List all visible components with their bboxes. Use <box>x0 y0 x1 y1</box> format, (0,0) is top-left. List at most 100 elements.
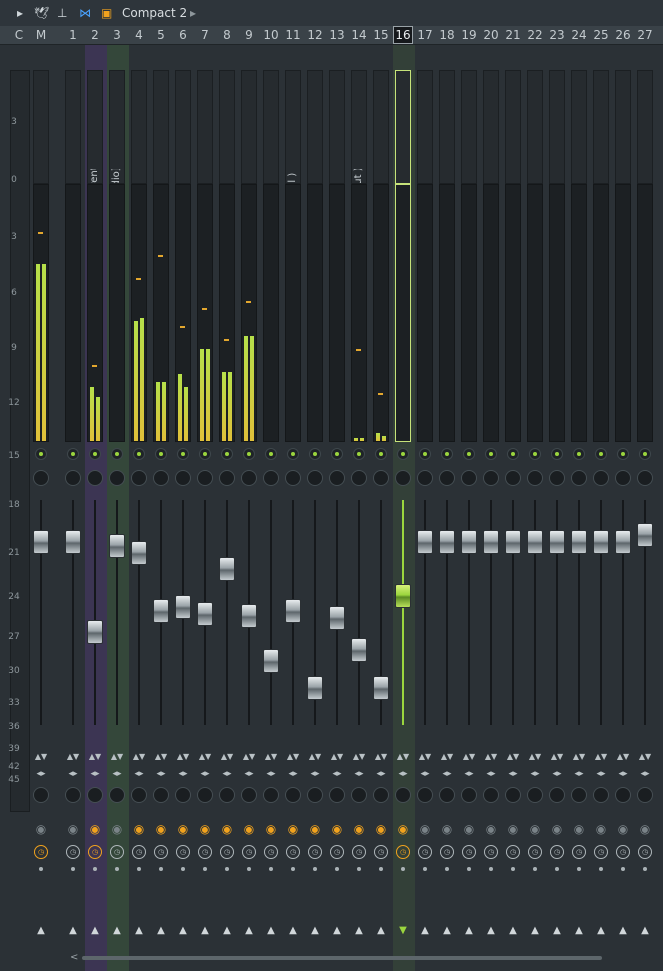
stereo-swap-icon[interactable]: ▲▼ <box>176 752 190 761</box>
mute-led-12[interactable] <box>309 448 321 460</box>
send-dot[interactable] <box>115 867 119 871</box>
pan-knob-20[interactable] <box>483 787 499 803</box>
send-dot[interactable] <box>291 867 295 871</box>
mute-led-10[interactable] <box>265 448 277 460</box>
forward-arrow-icon[interactable]: ▸ <box>190 6 196 20</box>
stereo-swap-icon[interactable]: ▲▼ <box>462 752 476 761</box>
fx-knob-12[interactable] <box>307 470 323 486</box>
mute-led-14[interactable] <box>353 448 365 460</box>
track-number-4[interactable]: 4 <box>129 26 149 44</box>
latency-clock-icon[interactable]: ◷ <box>308 845 322 859</box>
send-dot[interactable] <box>511 867 515 871</box>
volume-fader-19[interactable] <box>461 529 477 554</box>
record-arm-icon[interactable]: ◉ <box>528 822 542 836</box>
latency-clock-icon[interactable]: ◷ <box>34 845 48 859</box>
pan-knob-10[interactable] <box>263 787 279 803</box>
volume-fader-M[interactable] <box>33 529 49 554</box>
track-number-18[interactable]: 18 <box>437 26 457 44</box>
track-name-box-8[interactable]: Clap (13) <box>219 70 235 184</box>
send-dot[interactable] <box>313 867 317 871</box>
pan-knob-4[interactable] <box>131 787 147 803</box>
volume-fader-24[interactable] <box>571 529 587 554</box>
latency-clock-icon[interactable]: ◷ <box>286 845 300 859</box>
record-arm-icon[interactable]: ◉ <box>352 822 366 836</box>
record-arm-icon[interactable]: ◉ <box>110 822 124 836</box>
volume-fader-12[interactable] <box>307 675 323 700</box>
mute-led-7[interactable] <box>199 448 211 460</box>
stereo-separation-icon[interactable]: ◂▸ <box>638 769 652 779</box>
mute-led-2[interactable] <box>89 448 101 460</box>
track-name-box-3[interactable]: Future & L..ical Audio] <box>109 70 125 184</box>
track-number-7[interactable]: 7 <box>195 26 215 44</box>
track-name-box-21[interactable]: Insert 21 <box>505 70 521 184</box>
fx-knob-13[interactable] <box>329 470 345 486</box>
latency-clock-icon[interactable]: ◷ <box>374 845 388 859</box>
send-arrow-icon[interactable]: ▲ <box>352 926 366 936</box>
stereo-swap-icon[interactable]: ▲▼ <box>264 752 278 761</box>
mute-led-21[interactable] <box>507 448 519 460</box>
track-number-19[interactable]: 19 <box>459 26 479 44</box>
record-arm-icon[interactable]: ◉ <box>198 822 212 836</box>
track-name-box-M[interactable]: Master <box>33 70 49 184</box>
fx-knob-2[interactable] <box>87 470 103 486</box>
pan-knob-16[interactable] <box>395 787 411 803</box>
mute-led-25[interactable] <box>595 448 607 460</box>
volume-fader-20[interactable] <box>483 529 499 554</box>
mute-led-3[interactable] <box>111 448 123 460</box>
pan-knob-13[interactable] <box>329 787 345 803</box>
stereo-swap-icon[interactable]: ▲▼ <box>528 752 542 761</box>
track-number-20[interactable]: 20 <box>481 26 501 44</box>
send-dot[interactable] <box>225 867 229 871</box>
latency-clock-icon[interactable]: ◷ <box>528 845 542 859</box>
pan-knob-18[interactable] <box>439 787 455 803</box>
stereo-separation-icon[interactable]: ◂▸ <box>616 769 630 779</box>
track-name-box-11[interactable]: [TECK] Snare ( Abel ) <box>285 70 301 184</box>
fx-knob-9[interactable] <box>241 470 257 486</box>
track-name-box-1[interactable]: Insert 1 <box>65 70 81 184</box>
pan-knob-5[interactable] <box>153 787 169 803</box>
latency-clock-icon[interactable]: ◷ <box>396 845 410 859</box>
stereo-separation-icon[interactable]: ◂▸ <box>440 769 454 779</box>
fx-knob-6[interactable] <box>175 470 191 486</box>
latency-clock-icon[interactable]: ◷ <box>418 845 432 859</box>
mixer-title[interactable]: Compact 2 <box>122 6 187 20</box>
fx-knob-8[interactable] <box>219 470 235 486</box>
fx-knob-16[interactable] <box>395 470 411 486</box>
send-arrow-icon[interactable]: ▲ <box>154 926 168 936</box>
record-arm-icon[interactable]: ◉ <box>66 822 80 836</box>
latency-clock-icon[interactable]: ◷ <box>594 845 608 859</box>
track-number-14[interactable]: 14 <box>349 26 369 44</box>
stereo-separation-icon[interactable]: ◂▸ <box>154 769 168 779</box>
volume-fader-17[interactable] <box>417 529 433 554</box>
stereo-swap-icon[interactable]: ▲▼ <box>308 752 322 761</box>
stereo-separation-icon[interactable]: ◂▸ <box>572 769 586 779</box>
mute-led-16[interactable] <box>397 448 409 460</box>
track-name-box-18[interactable]: Insert 18 <box>439 70 455 184</box>
track-number-10[interactable]: 10 <box>261 26 281 44</box>
fx-knob-4[interactable] <box>131 470 147 486</box>
send-arrow-icon[interactable]: ▲ <box>528 926 542 936</box>
fx-knob-14[interactable] <box>351 470 367 486</box>
send-arrow-icon[interactable]: ▲ <box>572 926 586 936</box>
volume-fader-22[interactable] <box>527 529 543 554</box>
fx-knob-24[interactable] <box>571 470 587 486</box>
stereo-separation-icon[interactable]: ◂▸ <box>66 769 80 779</box>
stereo-swap-icon[interactable]: ▲▼ <box>154 752 168 761</box>
record-arm-icon[interactable]: ◉ <box>440 822 454 836</box>
mute-led-M[interactable] <box>35 448 47 460</box>
track-number-1[interactable]: 1 <box>63 26 83 44</box>
stereo-separation-icon[interactable]: ◂▸ <box>484 769 498 779</box>
track-name-box-23[interactable]: Insert 23 <box>549 70 565 184</box>
stereo-separation-icon[interactable]: ◂▸ <box>286 769 300 779</box>
send-arrow-icon[interactable]: ▲ <box>330 926 344 936</box>
stereo-swap-icon[interactable]: ▲▼ <box>550 752 564 761</box>
latency-clock-icon[interactable]: ◷ <box>484 845 498 859</box>
fx-knob-22[interactable] <box>527 470 543 486</box>
record-arm-icon[interactable]: ◉ <box>594 822 608 836</box>
volume-fader-27[interactable] <box>637 522 653 547</box>
send-dot[interactable] <box>335 867 339 871</box>
record-arm-icon[interactable]: ◉ <box>418 822 432 836</box>
fx-knob-19[interactable] <box>461 470 477 486</box>
record-arm-icon[interactable]: ◉ <box>308 822 322 836</box>
send-arrow-icon[interactable]: ▲ <box>110 926 124 936</box>
